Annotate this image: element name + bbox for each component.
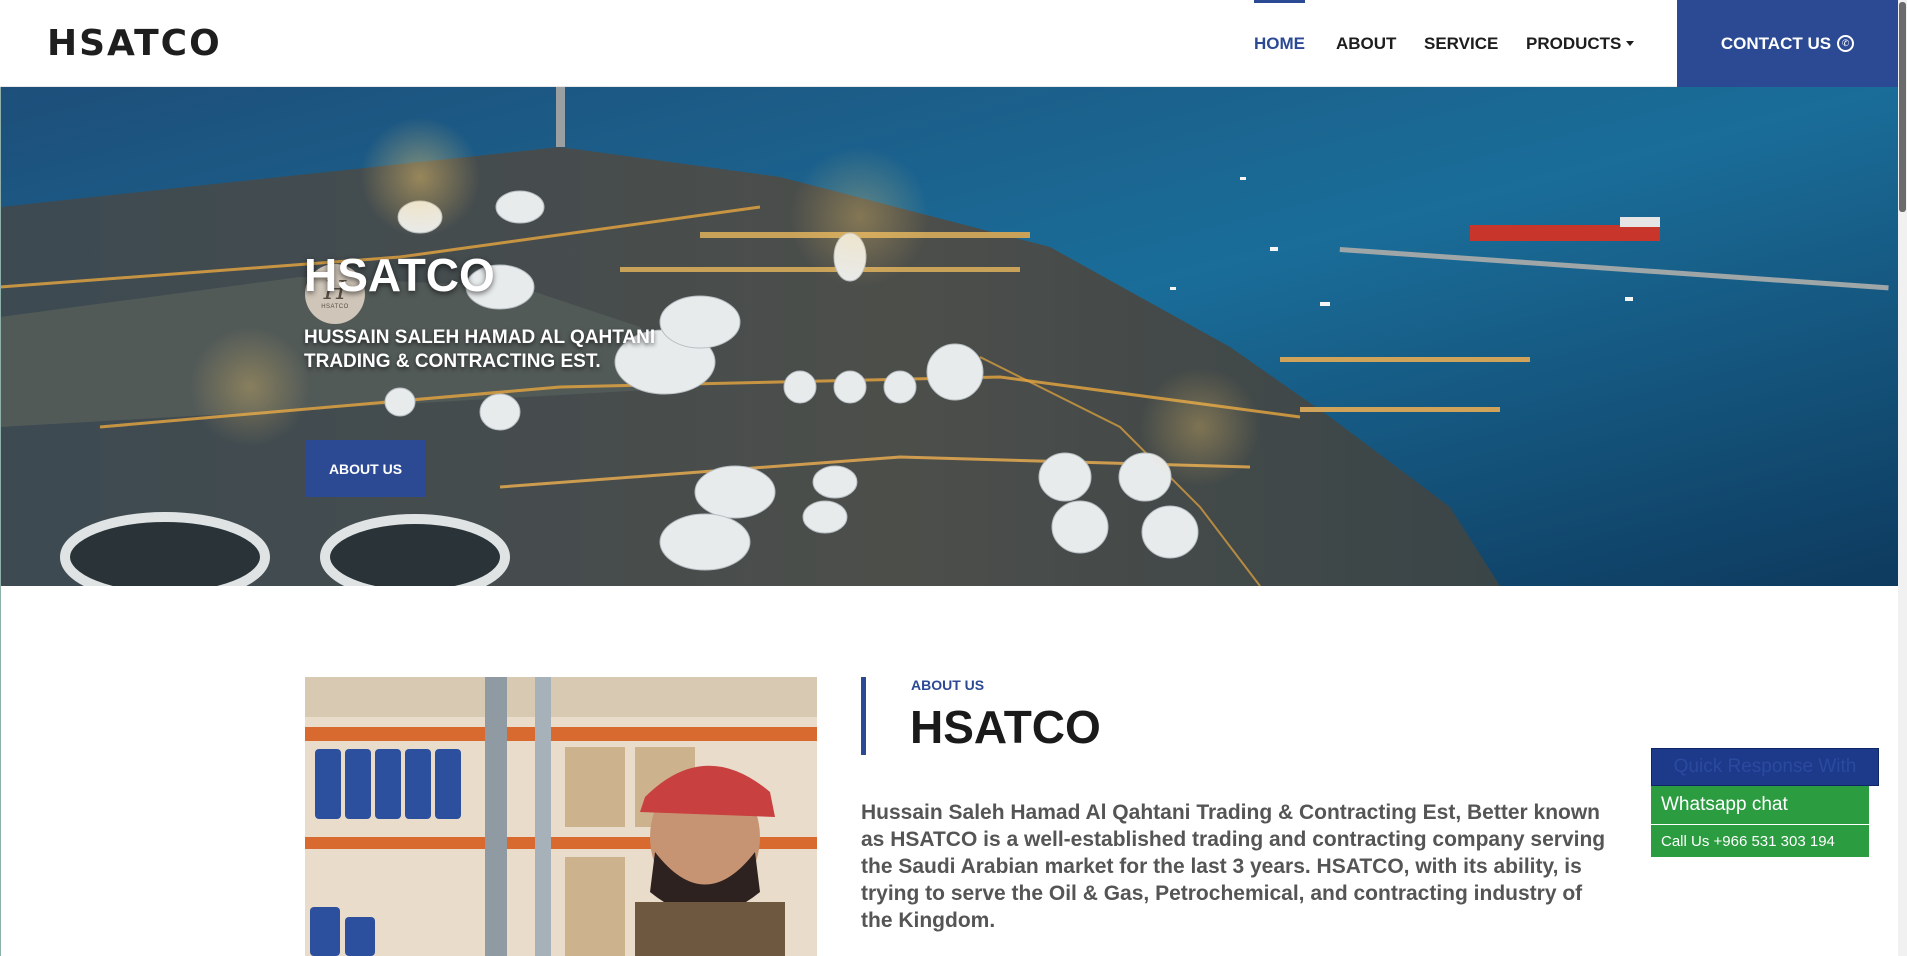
whatsapp-chat-button[interactable]: Whatsapp chat: [1651, 786, 1869, 824]
quick-response-header: Quick Response With: [1651, 748, 1879, 786]
site-logo[interactable]: HSATCO: [47, 23, 222, 64]
nav-home-link[interactable]: HOME: [1254, 0, 1305, 87]
whatsapp-icon: ✆: [1837, 35, 1855, 52]
hero-title: HSATCO: [304, 249, 495, 301]
hero-logo-text: HSATCO: [321, 304, 349, 310]
hero-subtitle: HUSSAIN SALEH HAMAD AL QAHTANI TRADING &…: [304, 327, 656, 372]
about-us-button[interactable]: ABOUT US: [305, 440, 426, 497]
hero-background-image: [0, 87, 1898, 586]
page-edge-line: [0, 87, 1, 956]
nav-service-link[interactable]: SERVICE: [1424, 0, 1498, 87]
top-navbar: HSATCO HOME ABOUT SERVICE PRODUCTS CONTA…: [0, 0, 1898, 87]
scrollbar-thumb[interactable]: [1899, 2, 1906, 212]
warehouse-worker-image: [305, 677, 817, 956]
about-accent-bar: [861, 677, 866, 755]
caret-down-icon: [1626, 41, 1635, 46]
nav-about-link[interactable]: ABOUT: [1336, 0, 1396, 87]
about-title: HSATCO: [910, 701, 1101, 753]
nav-products-label: PRODUCTS: [1526, 33, 1622, 53]
contact-us-button[interactable]: CONTACT US ✆: [1677, 0, 1898, 87]
call-us-button[interactable]: Call Us +966 531 303 194: [1651, 824, 1869, 857]
about-description: Hussain Saleh Hamad Al Qahtani Trading &…: [861, 801, 1606, 932]
hero-banner: H HSATCO HSATCO HUSSAIN SALEH HAMAD AL Q…: [0, 87, 1898, 586]
about-image: [305, 677, 817, 956]
about-kicker: ABOUT US: [911, 677, 985, 693]
contact-us-label: CONTACT US: [1720, 33, 1832, 53]
nav-products-dropdown[interactable]: PRODUCTS: [1526, 0, 1635, 87]
